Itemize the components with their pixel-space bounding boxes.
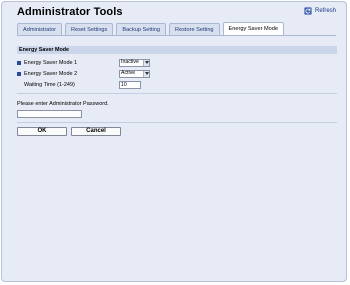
divider: [17, 122, 337, 123]
energy-saver-mode-2-select[interactable]: Active: [119, 69, 150, 78]
password-label: Please enter Administrator Password.: [17, 101, 109, 107]
password-input[interactable]: [17, 110, 82, 118]
divider: [17, 93, 337, 94]
refresh-icon: [304, 7, 312, 15]
tab-energy-saver-mode[interactable]: Energy Saver Mode: [222, 22, 284, 36]
waiting-time-input[interactable]: 10: [119, 80, 141, 89]
refresh-label: Refresh: [314, 8, 336, 14]
admin-tools-panel: Administrator Tools Refresh Administrato…: [1, 1, 347, 282]
waiting-time-label: Waiting Time (1-249): [24, 81, 75, 88]
section-title: Energy Saver Mode: [17, 46, 337, 54]
energy-saver-mode-1-value: Inactive: [121, 59, 139, 65]
energy-saver-mode-2-row: Energy Saver Mode 2 Active: [17, 69, 337, 78]
energy-saver-mode-1-label: Energy Saver Mode 1: [24, 59, 78, 66]
waiting-time-row: Waiting Time (1-249) 10: [17, 80, 337, 89]
tab-underline: [17, 35, 336, 36]
tab-bar: Administrator Reset Settings Backup Sett…: [17, 22, 336, 36]
page-title: Administrator Tools: [17, 6, 123, 18]
energy-saver-mode-2-label: Energy Saver Mode 2: [24, 70, 78, 77]
energy-saver-mode-1-select[interactable]: Inactive: [119, 58, 150, 67]
energy-saver-mode-2-value: Active: [121, 70, 136, 76]
chevron-down-icon: [143, 59, 149, 66]
bullet-icon: [17, 60, 21, 65]
chevron-down-icon: [143, 70, 149, 77]
bullet-icon: [17, 71, 21, 76]
refresh-button[interactable]: Refresh: [304, 7, 336, 15]
ok-button[interactable]: OK: [17, 127, 67, 136]
energy-saver-mode-1-row: Energy Saver Mode 1 Inactive: [17, 58, 337, 67]
cancel-button[interactable]: Cancel: [71, 127, 121, 136]
